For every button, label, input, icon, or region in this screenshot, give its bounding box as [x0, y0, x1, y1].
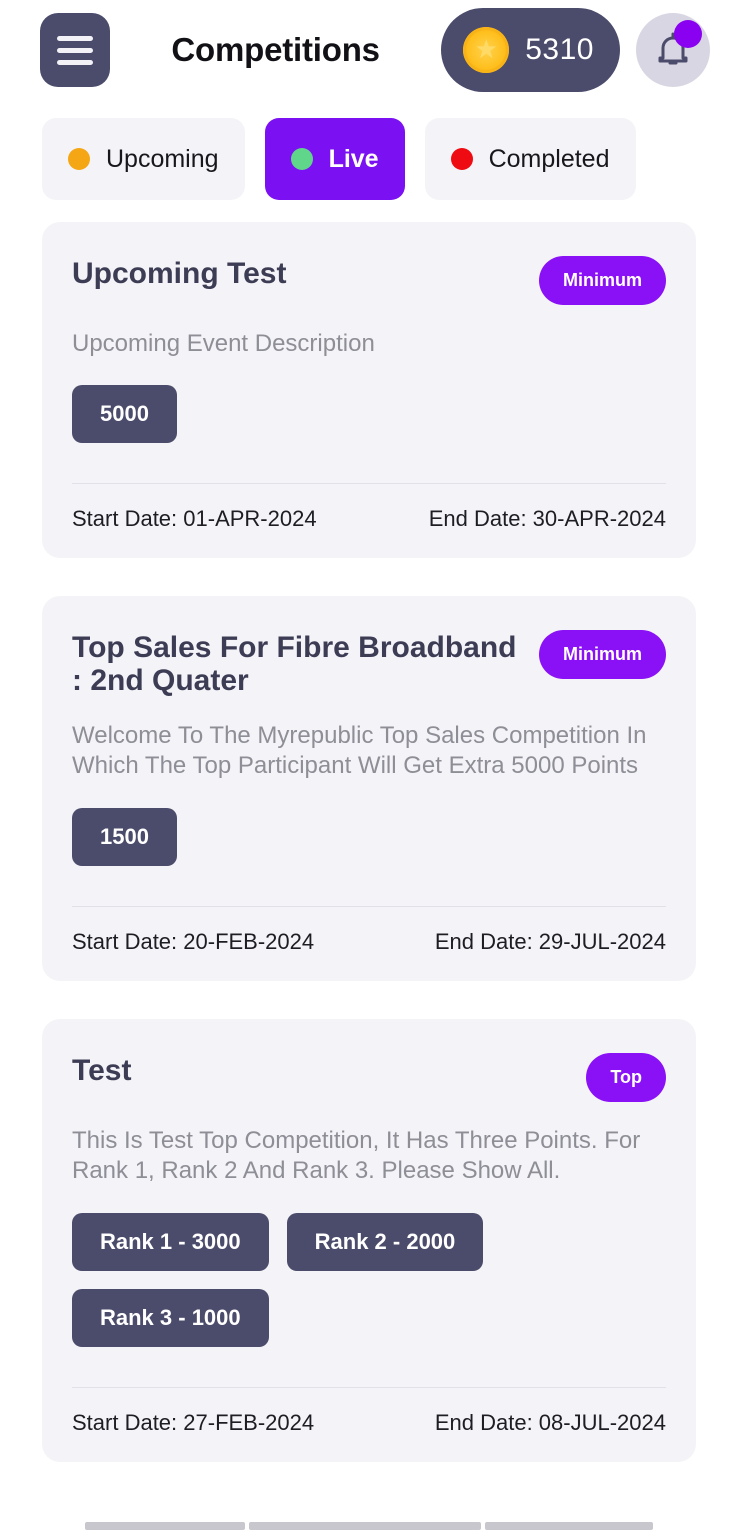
tab-upcoming[interactable]: Upcoming [42, 118, 245, 200]
tab-label: Live [328, 144, 379, 173]
points-row: Rank 1 - 3000 Rank 2 - 2000 Rank 3 - 100… [72, 1212, 666, 1347]
app-screen: Competitions ★ 5310 Upcoming Live Comple… [0, 0, 738, 1532]
hamburger-menu-button[interactable] [40, 13, 110, 87]
app-bar: Competitions ★ 5310 [0, 0, 738, 100]
competition-list: Upcoming Test Minimum Upcoming Event Des… [0, 200, 738, 1506]
competition-card[interactable]: Upcoming Test Minimum Upcoming Event Des… [42, 222, 696, 559]
tab-label: Completed [488, 144, 610, 173]
nav-home-hint[interactable] [249, 1522, 481, 1530]
card-date-row: Start Date: 20-FEB-2024 End Date: 29-JUL… [72, 907, 666, 981]
coin-star-icon: ★ [463, 27, 510, 73]
notifications-button[interactable] [636, 13, 710, 87]
end-date-label: End Date: 30-APR-2024 [428, 506, 666, 532]
start-date-label: Start Date: 01-APR-2024 [72, 506, 317, 532]
page-title: Competitions [171, 31, 380, 68]
status-dot-live-icon [290, 148, 313, 170]
competition-description: This Is Test Top Competition, It Has Thr… [72, 1126, 641, 1185]
end-date-label: End Date: 08-JUL-2024 [434, 1409, 666, 1435]
nav-back-hint[interactable] [85, 1522, 245, 1530]
card-date-row: Start Date: 27-FEB-2024 End Date: 08-JUL… [72, 1388, 666, 1462]
card-header: Test Top [72, 1049, 666, 1102]
competition-title: Upcoming Test [72, 257, 287, 290]
points-row: 5000 [72, 385, 666, 444]
competition-description: Upcoming Event Description [72, 330, 375, 357]
status-dot-completed-icon [450, 148, 473, 170]
points-chip: Rank 2 - 2000 [286, 1212, 484, 1271]
coin-balance-value: 5310 [525, 33, 594, 66]
end-date-label: End Date: 29-JUL-2024 [434, 928, 666, 954]
points-chip: 1500 [72, 807, 177, 866]
status-dot-upcoming-icon [68, 148, 90, 170]
hamburger-menu-icon [57, 47, 93, 53]
competition-type-badge[interactable]: Minimum [539, 630, 666, 680]
tab-live[interactable]: Live [264, 118, 405, 200]
start-date-label: Start Date: 27-FEB-2024 [72, 1409, 315, 1435]
hamburger-menu-icon [57, 59, 93, 65]
tab-completed[interactable]: Completed [424, 118, 636, 200]
system-navigation-bar [0, 1506, 738, 1532]
competition-type-badge[interactable]: Minimum [539, 256, 666, 305]
competition-card[interactable]: Top Sales For Fibre Broadband : 2nd Quat… [42, 596, 696, 981]
competition-description: Welcome To The Myrepublic Top Sales Comp… [72, 721, 647, 780]
card-header: Top Sales For Fibre Broadband : 2nd Quat… [72, 626, 666, 696]
nav-recents-hint[interactable] [485, 1522, 653, 1530]
star-glyph: ★ [474, 34, 498, 64]
notification-dot-icon [674, 20, 702, 48]
points-chip: Rank 1 - 3000 [72, 1212, 269, 1271]
competition-title: Top Sales For Fibre Broadband : 2nd Quat… [72, 631, 517, 697]
tab-label: Upcoming [106, 144, 219, 173]
competition-title: Test [72, 1053, 132, 1087]
coin-balance-pill[interactable]: ★ 5310 [441, 8, 620, 92]
filter-tabs: Upcoming Live Completed [0, 100, 738, 200]
competition-type-badge[interactable]: Top [586, 1052, 666, 1102]
points-chip: Rank 3 - 1000 [72, 1288, 269, 1347]
competition-card[interactable]: Test Top This Is Test Top Competition, I… [42, 1018, 696, 1462]
hamburger-menu-icon [57, 35, 93, 41]
points-row: 1500 [72, 807, 666, 866]
points-chip: 5000 [72, 385, 177, 444]
start-date-label: Start Date: 20-FEB-2024 [72, 928, 315, 954]
card-date-row: Start Date: 01-APR-2024 End Date: 30-APR… [72, 484, 666, 558]
card-header: Upcoming Test Minimum [72, 252, 666, 305]
